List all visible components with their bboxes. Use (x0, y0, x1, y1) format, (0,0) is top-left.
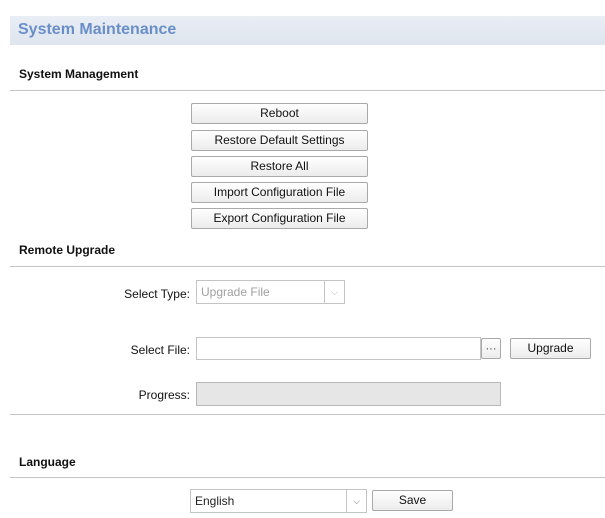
system-management-divider (10, 90, 605, 91)
language-select[interactable]: English ⌵ (190, 489, 367, 513)
system-management-title: System Management (19, 67, 139, 81)
restore-all-button[interactable]: Restore All (191, 156, 368, 177)
export-configuration-file-button[interactable]: Export Configuration File (191, 208, 368, 229)
restore-default-settings-button[interactable]: Restore Default Settings (191, 130, 368, 151)
chevron-down-icon: ⌵ (324, 281, 344, 303)
chevron-down-icon[interactable]: ⌵ (346, 490, 366, 512)
header-bar: System Maintenance (10, 16, 605, 45)
page-title: System Maintenance (18, 21, 177, 38)
remote-upgrade-divider (10, 266, 605, 267)
ellipsis-icon[interactable]: ··· (481, 338, 501, 359)
save-language-button[interactable]: Save (372, 490, 453, 511)
select-type-value: Upgrade File (201, 285, 270, 299)
progress-label: Progress: (138, 388, 190, 402)
remote-upgrade-title: Remote Upgrade (19, 243, 116, 257)
system-maintenance-page: System Maintenance System Management Reb… (0, 0, 605, 518)
import-configuration-file-button[interactable]: Import Configuration File (191, 182, 368, 203)
select-type-label: Select Type: (124, 287, 190, 301)
language-selected-value: English (195, 494, 235, 508)
upgrade-button[interactable]: Upgrade (510, 338, 591, 359)
select-file-input[interactable] (196, 337, 481, 360)
language-divider (10, 477, 605, 478)
reboot-button[interactable]: Reboot (191, 103, 368, 124)
language-top-divider (10, 414, 605, 415)
select-type-dropdown: Upgrade File ⌵ (196, 280, 345, 304)
upgrade-progress-bar (196, 382, 501, 406)
select-file-label: Select File: (130, 343, 190, 357)
language-title: Language (19, 455, 76, 469)
